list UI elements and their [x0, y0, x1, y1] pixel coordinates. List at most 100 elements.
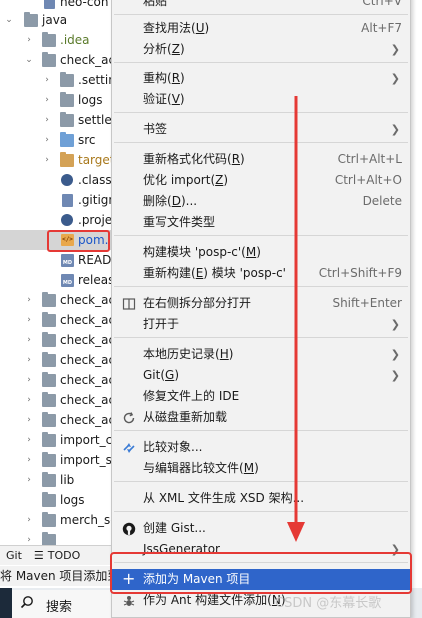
folder-icon	[42, 432, 56, 447]
menu-item-create-gist[interactable]: 创建 Gist...	[112, 518, 410, 539]
source-folder-icon	[60, 132, 74, 147]
menu-item-label: 优化 import(Z)	[143, 173, 229, 187]
search-icon	[20, 596, 33, 609]
menu-item-paste[interactable]: 粘贴 Ctrl+V	[112, 0, 410, 12]
menu-item-validate[interactable]: 验证(V)	[112, 89, 410, 110]
chevron-right-icon[interactable]: ›	[42, 75, 52, 85]
chevron-down-icon[interactable]: ⌄	[24, 55, 34, 65]
menu-item-label: 重新格式化代码(R)	[143, 152, 245, 166]
menu-item-shortcut: Alt+F7	[361, 21, 402, 35]
file-icon	[44, 0, 55, 9]
chevron-right-icon[interactable]: ›	[24, 455, 34, 465]
folder-icon	[60, 112, 74, 127]
folder-icon	[42, 292, 56, 307]
menu-item-label: 重构(R)	[143, 71, 185, 85]
split-editor-icon	[122, 298, 136, 310]
chevron-right-icon[interactable]: ›	[24, 395, 34, 405]
menu-item-label: 在右侧拆分部分打开	[143, 296, 252, 310]
menu-item-override-file-type[interactable]: 重写文件类型	[112, 212, 410, 233]
chevron-right-icon[interactable]: ›	[24, 535, 34, 545]
chevron-right-icon[interactable]: ›	[42, 135, 52, 145]
folder-icon	[42, 52, 56, 67]
tree-row-label: check_ac	[60, 333, 116, 347]
folder-icon	[42, 392, 56, 407]
chevron-right-icon[interactable]: ›	[24, 475, 34, 485]
taskbar-search-box[interactable]: 搜索	[12, 590, 112, 618]
context-menu: 粘贴 Ctrl+V 查找用法(U) Alt+F7 分析(Z) ❯ 重构(R) ❯…	[111, 0, 411, 618]
folder-icon	[42, 472, 56, 487]
chevron-right-icon[interactable]: ›	[42, 155, 52, 165]
chevron-right-icon[interactable]: ›	[24, 435, 34, 445]
menu-item-find-usages[interactable]: 查找用法(U) Alt+F7	[112, 18, 410, 39]
menu-item-shortcut: Ctrl+Alt+L	[337, 152, 402, 166]
menu-item-compare-with[interactable]: 比较对象...	[112, 437, 410, 458]
start-button[interactable]	[0, 588, 12, 618]
chevron-right-icon[interactable]: ›	[24, 295, 34, 305]
tree-row-label: check_ac	[60, 313, 116, 327]
menu-item-shortcut: Delete	[362, 194, 402, 208]
menu-separator	[114, 142, 408, 143]
folder-icon	[42, 312, 56, 327]
text-file-icon	[62, 194, 73, 207]
menu-item-label: 分析(Z)	[143, 42, 185, 56]
menu-item-open-right-split[interactable]: 在右侧拆分部分打开 Shift+Enter	[112, 293, 410, 314]
pom-annotation-box	[47, 230, 110, 252]
menu-item-analyze[interactable]: 分析(Z) ❯	[112, 39, 410, 60]
tab-git[interactable]: Git	[6, 549, 22, 562]
menu-item-reformat-code[interactable]: 重新格式化代码(R) Ctrl+Alt+L	[112, 149, 410, 170]
menu-item-delete[interactable]: 删除(D)... Delete	[112, 191, 410, 212]
menu-item-repair-ide[interactable]: 修复文件上的 IDE	[112, 386, 410, 407]
chevron-right-icon[interactable]: ›	[24, 335, 34, 345]
menu-separator	[114, 430, 408, 431]
menu-item-label: 删除(D)...	[143, 194, 198, 208]
tab-todo[interactable]: ☰ TODO	[34, 549, 80, 562]
menu-item-open-in[interactable]: 打开于 ❯	[112, 314, 410, 335]
menu-item-label: 验证(V)	[143, 92, 185, 106]
markdown-file-icon: MD	[61, 254, 74, 267]
menu-separator	[114, 337, 408, 338]
menu-separator	[114, 14, 408, 15]
menu-item-local-history[interactable]: 本地历史记录(H) ❯	[112, 344, 410, 365]
eclipse-file-icon	[61, 214, 73, 226]
menu-item-git[interactable]: Git(G) ❯	[112, 365, 410, 386]
tab-todo-label: TODO	[47, 549, 81, 562]
tree-row-label: import_s	[60, 453, 112, 467]
reload-icon	[123, 412, 135, 424]
chevron-right-icon[interactable]: ›	[42, 115, 52, 125]
chevron-right-icon[interactable]: ›	[24, 35, 34, 45]
maven-annotation-box	[110, 552, 412, 594]
menu-item-optimize-imports[interactable]: 优化 import(Z) Ctrl+Alt+O	[112, 170, 410, 191]
tree-row-label: java	[42, 13, 68, 27]
menu-item-generate-xsd[interactable]: 从 XML 文件生成 XSD 架构...	[112, 488, 410, 509]
chevron-right-icon[interactable]: ›	[24, 315, 34, 325]
tree-row-label: .proje	[78, 213, 113, 227]
menu-separator	[114, 235, 408, 236]
eclipse-file-icon	[61, 174, 73, 186]
menu-item-compare-with-editor[interactable]: 与编辑器比较文件(M)	[112, 458, 410, 479]
chevron-right-icon[interactable]: ›	[24, 355, 34, 365]
tree-row-label: check_ac	[60, 353, 116, 367]
chevron-down-icon[interactable]: ⌄	[4, 15, 14, 25]
chevron-right-icon[interactable]: ›	[24, 515, 34, 525]
tree-row-label: src	[78, 133, 96, 147]
tree-row-label: check_ac	[60, 293, 116, 307]
tree-row-label: check_ac	[60, 393, 116, 407]
menu-item-build-module[interactable]: 构建模块 'posp-c'(M)	[112, 242, 410, 263]
chevron-right-icon[interactable]: ›	[42, 95, 52, 105]
status-text: 将 Maven 项目添加到	[0, 569, 112, 583]
folder-icon	[42, 332, 56, 347]
menu-item-bookmarks[interactable]: 书签 ❯	[112, 119, 410, 140]
menu-item-refactor[interactable]: 重构(R) ❯	[112, 68, 410, 89]
menu-item-reload-from-disk[interactable]: 从磁盘重新加载	[112, 407, 410, 428]
chevron-right-icon[interactable]: ›	[24, 375, 34, 385]
folder-icon	[42, 32, 56, 47]
excluded-folder-icon	[60, 152, 74, 167]
status-bar: 将 Maven 项目添加到	[0, 566, 112, 586]
chevron-right-icon[interactable]: ›	[24, 415, 34, 425]
tree-row-label: logs	[78, 93, 103, 107]
tree-row-label: READ	[78, 253, 112, 267]
submenu-arrow-icon: ❯	[390, 369, 400, 382]
submenu-arrow-icon: ❯	[390, 348, 400, 361]
menu-item-rebuild-module[interactable]: 重新构建(E) 模块 'posp-c' Ctrl+Shift+F9	[112, 263, 410, 284]
folder-icon	[42, 412, 56, 427]
